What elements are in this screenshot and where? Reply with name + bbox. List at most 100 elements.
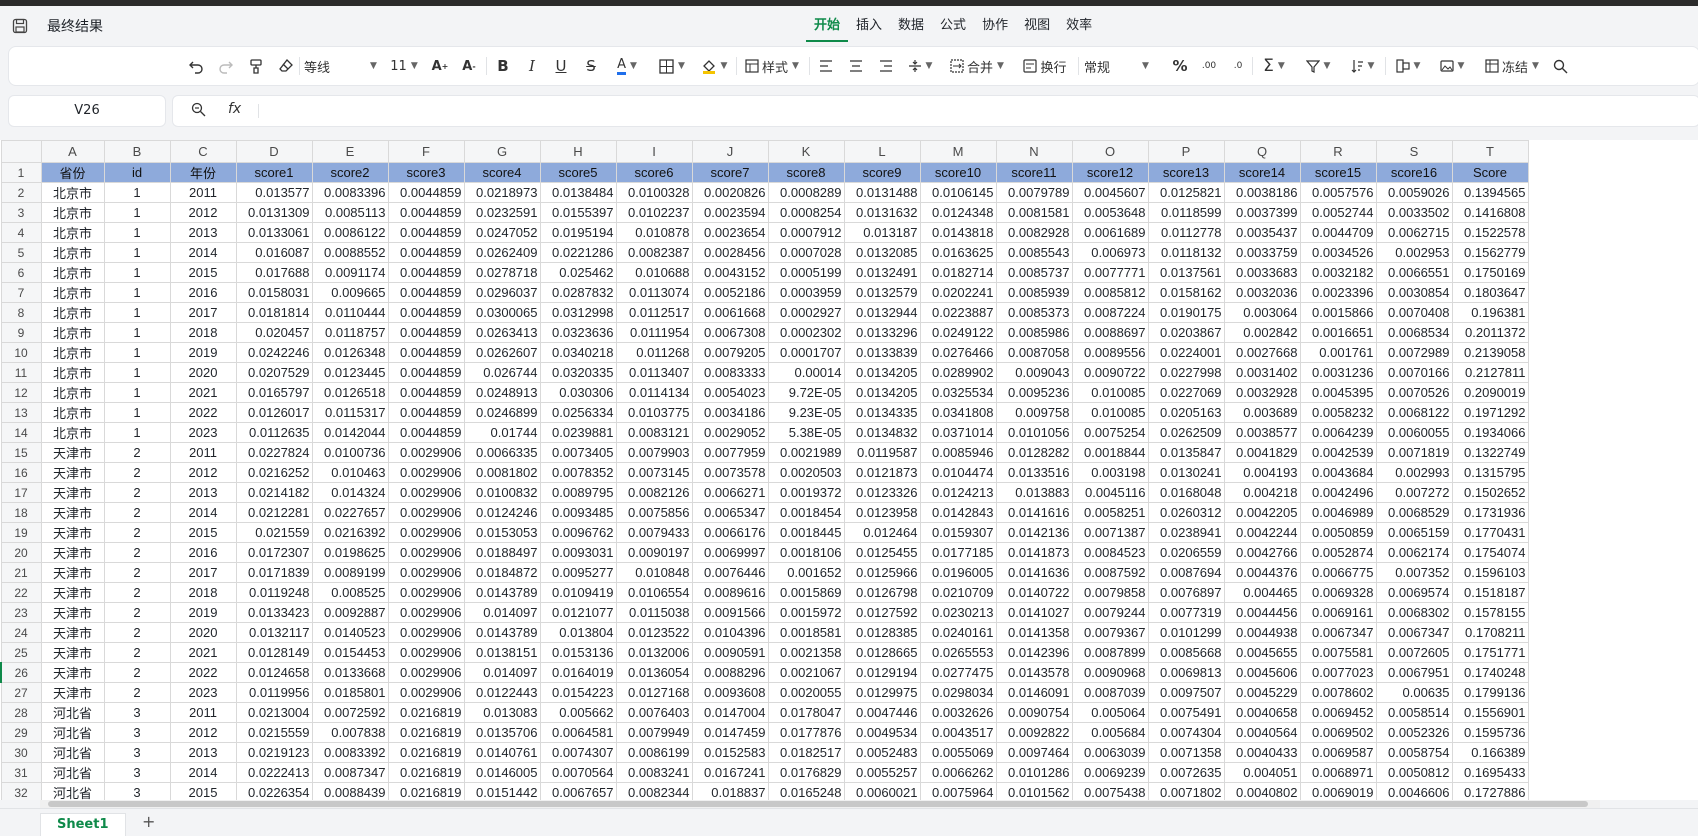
cell[interactable]: 0.0323636 <box>539 322 617 343</box>
cell[interactable]: 0.0143789 <box>463 582 541 603</box>
cell[interactable]: 0.0033502 <box>1375 202 1453 223</box>
cell[interactable]: 0.0153136 <box>539 642 617 663</box>
cell[interactable]: 0.0097507 <box>1147 682 1225 703</box>
cell[interactable]: 0.0053648 <box>1071 202 1149 223</box>
row-header[interactable]: 20 <box>0 542 42 563</box>
cell[interactable]: score5 <box>539 162 617 183</box>
cell[interactable]: 0.0140761 <box>463 742 541 763</box>
cell[interactable]: 北京市 <box>40 222 105 243</box>
cell[interactable]: 0.1750169 <box>1451 262 1529 283</box>
cell[interactable]: 0.0044859 <box>387 182 465 203</box>
cell[interactable]: 0.0155397 <box>539 202 617 223</box>
cell[interactable]: 0.0069328 <box>1299 582 1377 603</box>
cell[interactable]: 河北省 <box>40 782 105 800</box>
formula-bar[interactable]: fx <box>172 95 1698 127</box>
cell[interactable]: 0.026744 <box>463 362 541 383</box>
cell[interactable]: 2023 <box>169 422 237 443</box>
cell[interactable]: 1 <box>103 222 171 243</box>
cell[interactable]: 2012 <box>169 202 237 223</box>
cell[interactable]: score9 <box>843 162 921 183</box>
cell[interactable]: 0.0214182 <box>235 482 313 503</box>
cell[interactable]: 0.0065159 <box>1375 522 1453 543</box>
tab-efficiency[interactable]: 效率 <box>1058 14 1100 40</box>
row-header[interactable]: 6 <box>0 262 42 283</box>
decrease-font-icon[interactable]: A- <box>458 47 480 85</box>
cell[interactable]: 2015 <box>169 522 237 543</box>
cell[interactable]: 省份 <box>40 162 105 183</box>
cell[interactable]: 2 <box>103 642 171 663</box>
cell[interactable]: 0.0044859 <box>387 362 465 383</box>
cell[interactable]: 0.013083 <box>463 702 541 723</box>
cell[interactable]: 0.0079789 <box>995 182 1073 203</box>
cell[interactable]: 0.0067347 <box>1299 622 1377 643</box>
cell[interactable]: 0.0216819 <box>387 762 465 783</box>
cell[interactable]: score16 <box>1375 162 1453 183</box>
cell[interactable]: 0.1934066 <box>1451 422 1529 443</box>
cell[interactable]: 0.1971292 <box>1451 402 1529 423</box>
cell[interactable]: 0.0086122 <box>311 222 389 243</box>
cell[interactable]: 0.0134205 <box>843 382 921 403</box>
cell[interactable]: 0.018837 <box>691 782 769 800</box>
cell[interactable]: 0.0029906 <box>387 502 465 523</box>
cell[interactable]: 0.0143818 <box>919 222 997 243</box>
cell[interactable]: 0.014097 <box>463 662 541 683</box>
cell[interactable]: 0.0028456 <box>691 242 769 263</box>
cell[interactable]: 0.0100832 <box>463 482 541 503</box>
cell[interactable]: 0.196381 <box>1451 302 1529 323</box>
cell[interactable]: 0.0078602 <box>1299 682 1377 703</box>
cell[interactable]: 0.003198 <box>1071 462 1149 483</box>
cell[interactable]: 0.0263413 <box>463 322 541 343</box>
cell[interactable]: 0.0203867 <box>1147 322 1225 343</box>
cell[interactable]: 3 <box>103 742 171 763</box>
cell[interactable]: 0.0015866 <box>1299 302 1377 323</box>
cell[interactable]: 0.0044859 <box>387 262 465 283</box>
cell[interactable]: 0.0064581 <box>539 722 617 743</box>
cell[interactable]: 0.0126798 <box>843 582 921 603</box>
cell[interactable]: 0.0085668 <box>1147 642 1225 663</box>
name-box[interactable]: V26 <box>8 95 166 127</box>
cell[interactable]: 0.010085 <box>1071 402 1149 423</box>
cell[interactable]: 0.0276466 <box>919 342 997 363</box>
cell[interactable]: 2013 <box>169 742 237 763</box>
cell[interactable]: 0.1799136 <box>1451 682 1529 703</box>
cell[interactable]: 0.0131632 <box>843 202 921 223</box>
cell[interactable]: 0.0032182 <box>1299 262 1377 283</box>
increase-decimal-icon[interactable]: .00 <box>1198 47 1220 85</box>
cell[interactable]: 0.0032036 <box>1223 282 1301 303</box>
sum-icon[interactable]: Σ ▼ <box>1257 47 1291 85</box>
row-header[interactable]: 30 <box>0 742 42 763</box>
cell[interactable]: 0.0069502 <box>1299 722 1377 743</box>
tab-formula[interactable]: 公式 <box>932 14 974 40</box>
cell[interactable]: 0.0218973 <box>463 182 541 203</box>
cell[interactable]: 2 <box>103 602 171 623</box>
row-header[interactable]: 10 <box>0 342 42 363</box>
cell[interactable]: 0.0249122 <box>919 322 997 343</box>
cell[interactable]: 2 <box>103 582 171 603</box>
cell[interactable]: 0.0073405 <box>539 442 617 463</box>
cell[interactable]: 天津市 <box>40 442 105 463</box>
cell[interactable]: 0.0085812 <box>1071 282 1149 303</box>
cell[interactable]: 0.0029906 <box>387 602 465 623</box>
cell[interactable]: 0.0260312 <box>1147 502 1225 523</box>
cell[interactable]: 0.0106145 <box>919 182 997 203</box>
cell[interactable]: 0.0018445 <box>767 522 845 543</box>
cell[interactable]: 0.0147459 <box>691 722 769 743</box>
cell[interactable]: 0.0138151 <box>463 642 541 663</box>
cell[interactable]: 0.0118757 <box>311 322 389 343</box>
cell[interactable]: 0.014324 <box>311 482 389 503</box>
cell[interactable]: 9.23E-05 <box>767 402 845 423</box>
cell[interactable]: 0.0085113 <box>311 202 389 223</box>
cell[interactable]: 0.0030854 <box>1375 282 1453 303</box>
cell[interactable]: 0.0034526 <box>1299 242 1377 263</box>
cell[interactable]: 2012 <box>169 462 237 483</box>
cell[interactable]: 0.0068529 <box>1375 502 1453 523</box>
cell[interactable]: 1 <box>103 202 171 223</box>
cell[interactable]: score12 <box>1071 162 1149 183</box>
cell[interactable]: 天津市 <box>40 602 105 623</box>
cell[interactable]: 0.0075254 <box>1071 422 1149 443</box>
cell[interactable]: 0.0092822 <box>995 722 1073 743</box>
cell[interactable]: 0.0101286 <box>995 762 1073 783</box>
align-left-icon[interactable] <box>815 47 837 85</box>
cell[interactable]: 2014 <box>169 242 237 263</box>
border-icon[interactable]: ▼ <box>655 47 689 85</box>
